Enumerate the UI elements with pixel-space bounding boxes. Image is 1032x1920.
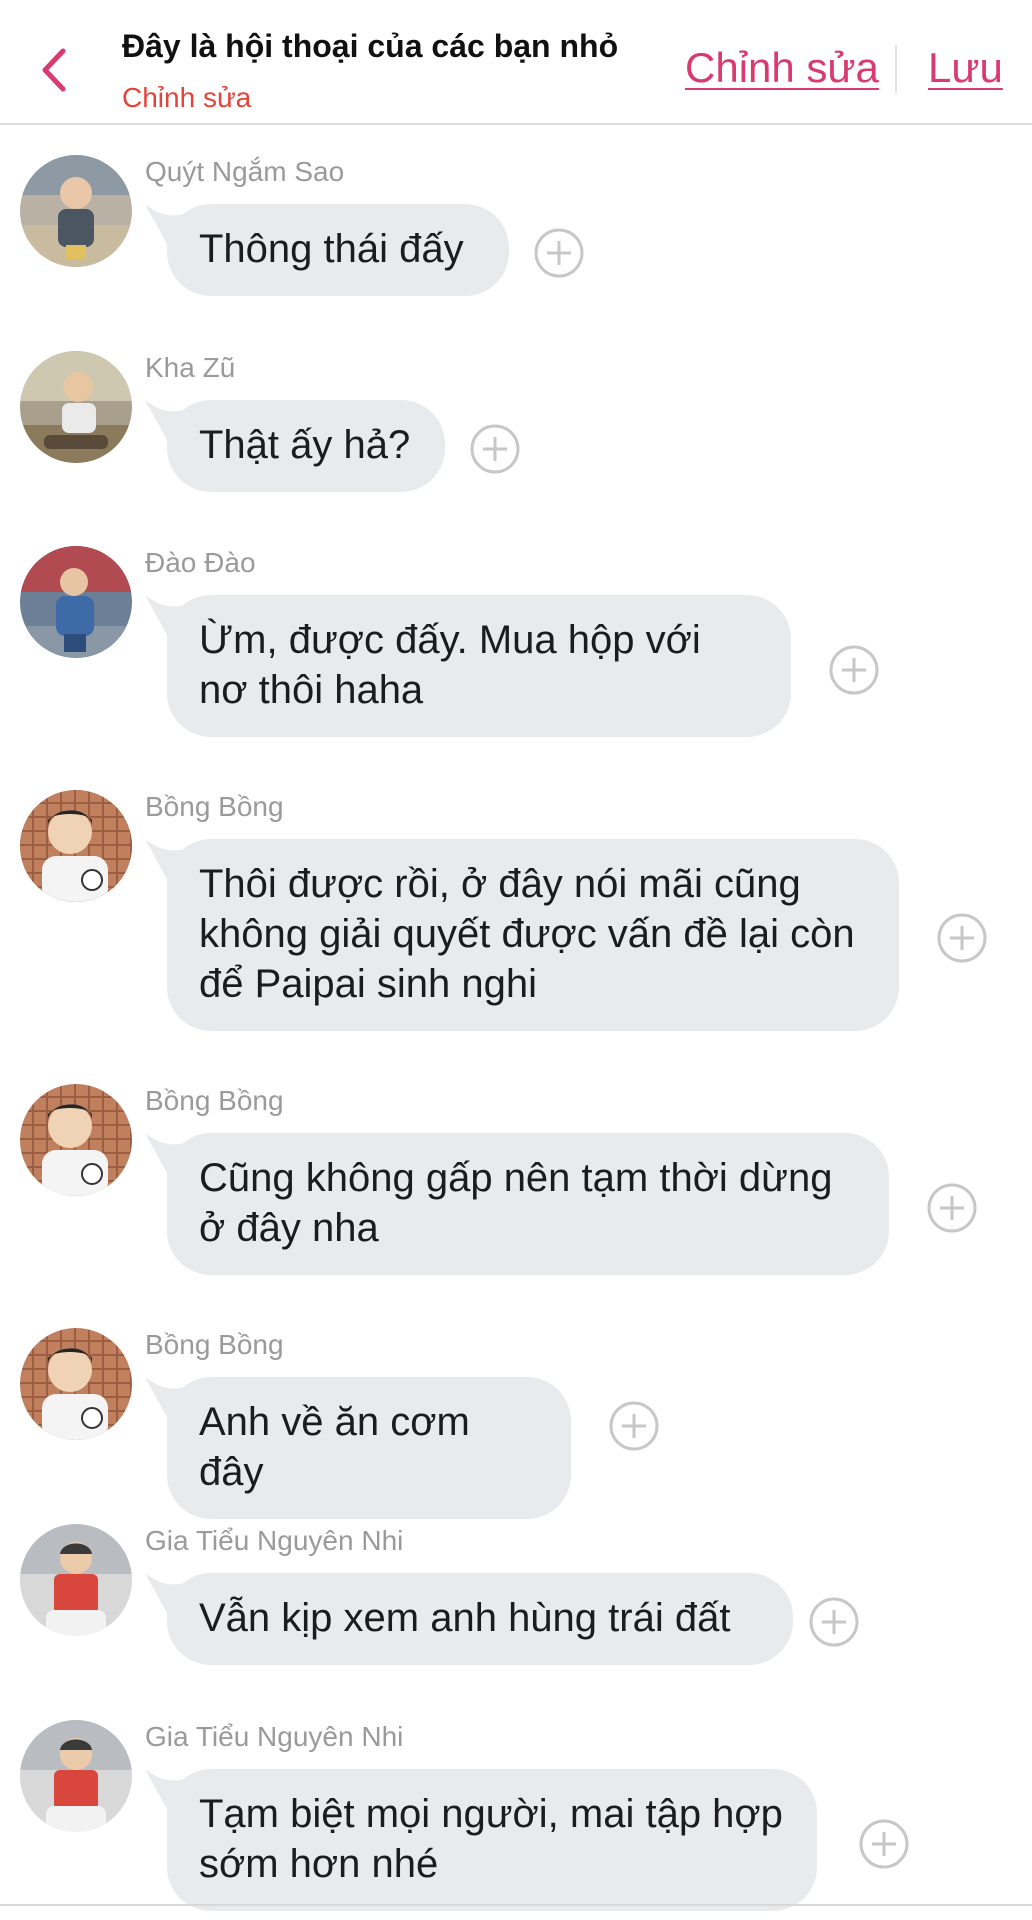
message-bubble-wrap: Thông thái đấy [145,204,584,296]
conversation-subtitle: Chỉnh sửa [122,82,252,113]
message-bubble[interactable]: Ừm, được đấy. Mua hộp với nơ thôi haha [167,595,791,737]
plus-circle-icon[interactable] [609,1401,659,1451]
plus-circle-icon[interactable] [937,913,987,963]
chat-screen: Đây là hội thoại của các bạn nhỏ Chỉnh s… [0,0,1032,1920]
plus-circle-icon[interactable] [534,228,584,278]
avatar[interactable] [20,1084,132,1196]
sender-name: Gia Tiểu Nguyên Nhi [145,1525,404,1556]
message-bubble[interactable]: Thật ấy hả? [167,400,445,492]
message-bubble[interactable]: Cũng không gấp nên tạm thời dừng ở đây n… [167,1133,889,1275]
top-bar: Đây là hội thoại của các bạn nhỏ Chỉnh s… [0,0,1032,125]
sender-name: Bồng Bồng [145,1329,284,1360]
avatar[interactable] [20,1720,132,1832]
avatar[interactable] [20,155,132,267]
plus-circle-icon[interactable] [470,424,520,474]
message-bubble-wrap: Ừm, được đấy. Mua hộp với nơ thôi haha [145,595,879,737]
message-bubble[interactable]: Thôi được rồi, ở đây nói mãi cũng không … [167,839,899,1031]
avatar[interactable] [20,1328,132,1440]
message-bubble[interactable]: Tạm biệt mọi người, mai tập hợp sớm hơn … [167,1769,817,1911]
avatar[interactable] [20,790,132,902]
bottom-divider [0,1904,1032,1906]
message-bubble-wrap: Thật ấy hả? [145,400,520,492]
edit-button[interactable]: Chỉnh sửa [685,44,879,92]
plus-circle-icon[interactable] [829,645,879,695]
message-bubble-wrap: Anh về ăn cơm đây [145,1377,659,1519]
message-bubble[interactable]: Anh về ăn cơm đây [167,1377,571,1519]
message-bubble[interactable]: Vẫn kịp xem anh hùng trái đất [167,1573,793,1665]
message-bubble-wrap: Thôi được rồi, ở đây nói mãi cũng không … [145,839,987,1031]
header-divider [895,45,897,93]
sender-name: Kha Zũ [145,352,236,383]
back-button[interactable] [34,42,74,98]
save-button[interactable]: Lưu [928,44,1003,92]
sender-name: Gia Tiểu Nguyên Nhi [145,1721,404,1752]
message-bubble-wrap: Tạm biệt mọi người, mai tập hợp sớm hơn … [145,1769,909,1911]
sender-name: Đào Đào [145,547,256,578]
sender-name: Bồng Bồng [145,791,284,822]
message-bubble-wrap: Vẫn kịp xem anh hùng trái đất [145,1573,859,1665]
avatar[interactable] [20,351,132,463]
conversation-title: Đây là hội thoại của các bạn nhỏ [122,28,619,64]
sender-name: Bồng Bồng [145,1085,284,1116]
sender-name: Quýt Ngắm Sao [145,156,345,187]
avatar[interactable] [20,1524,132,1636]
avatar[interactable] [20,546,132,658]
message-bubble-wrap: Cũng không gấp nên tạm thời dừng ở đây n… [145,1133,977,1275]
plus-circle-icon[interactable] [927,1183,977,1233]
chevron-left-icon [42,48,66,92]
plus-circle-icon[interactable] [859,1819,909,1869]
plus-circle-icon[interactable] [809,1597,859,1647]
message-bubble[interactable]: Thông thái đấy [167,204,509,296]
